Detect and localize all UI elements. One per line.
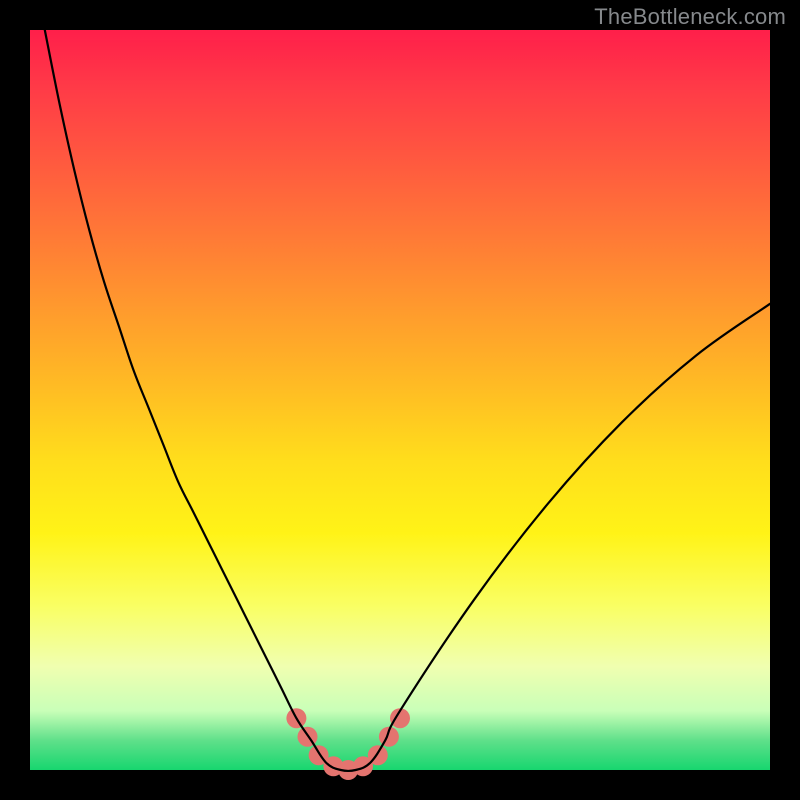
chart-svg [30,30,770,770]
chart-stage: TheBottleneck.com [0,0,800,800]
bottleneck-curve-path [45,30,770,771]
marker-layer [286,708,410,780]
gradient-plot-area [30,30,770,770]
watermark-text: TheBottleneck.com [594,4,786,30]
